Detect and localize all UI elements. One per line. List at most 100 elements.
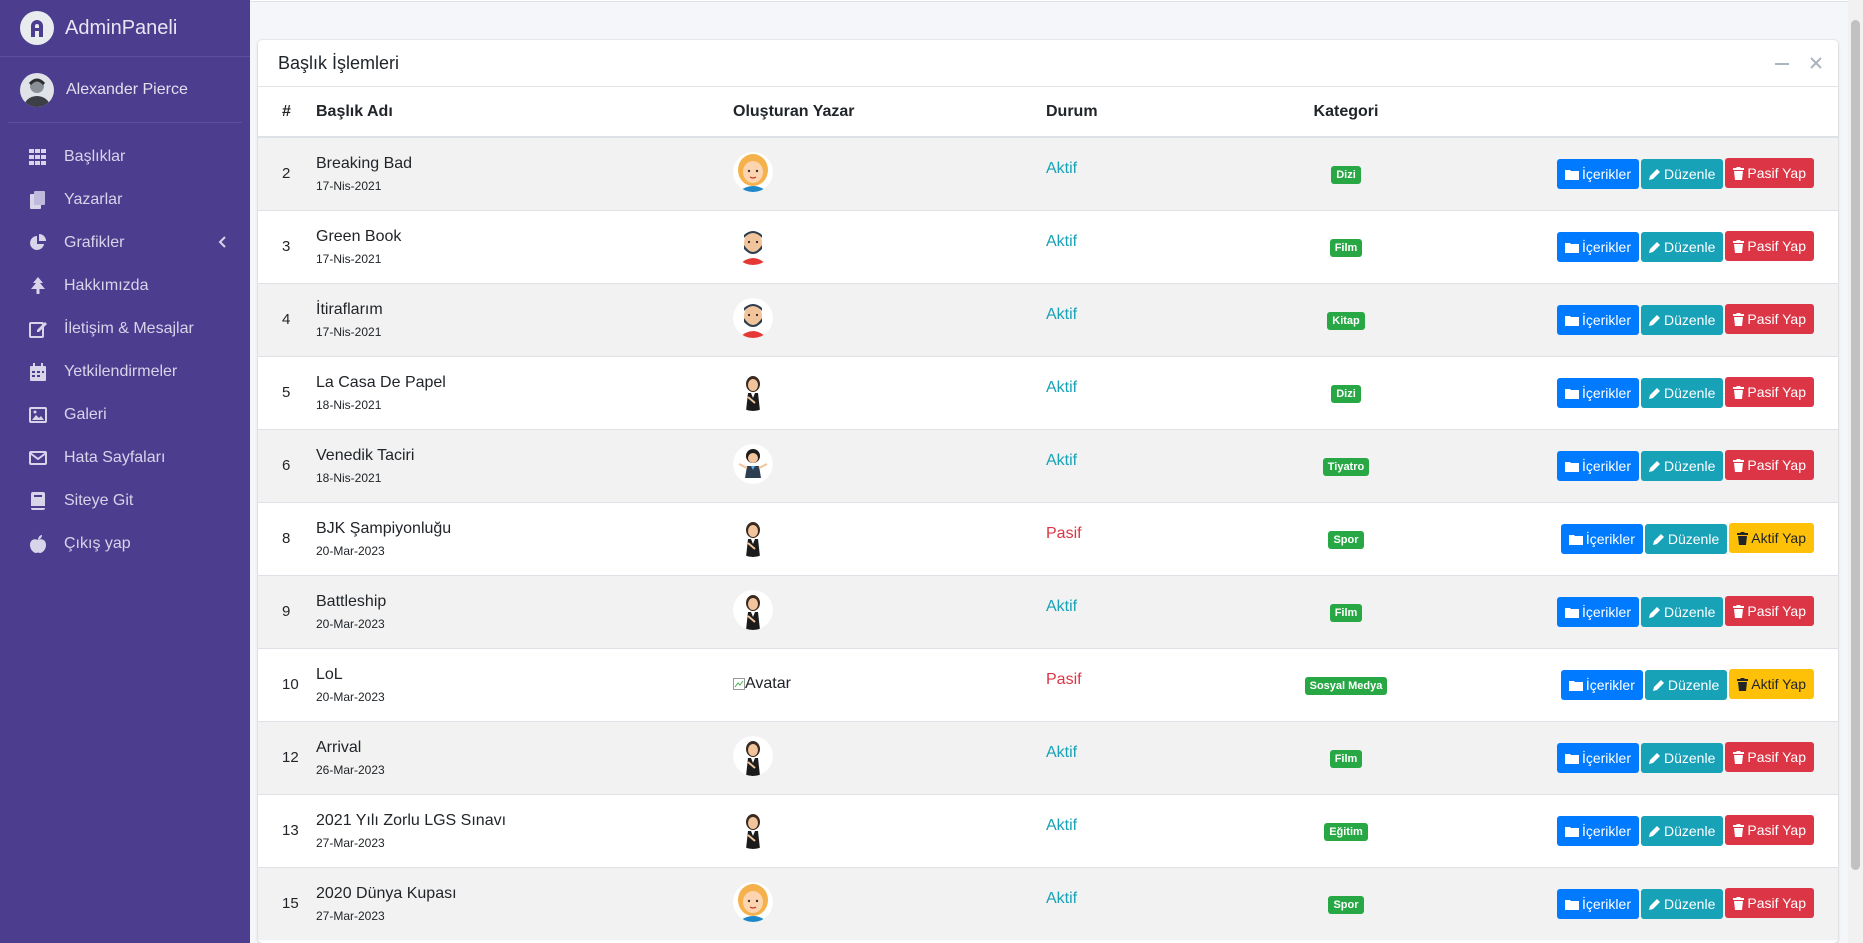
- sidebar-item-cikis[interactable]: Çıkış yap: [0, 522, 250, 565]
- deactivate-button[interactable]: Pasif Yap: [1725, 596, 1814, 626]
- contents-label: İçerikler: [1581, 385, 1631, 401]
- sidebar-item-hakkimizda[interactable]: Hakkımızda: [0, 264, 250, 307]
- collapse-icon[interactable]: [1774, 55, 1790, 71]
- contents-button[interactable]: İçerikler: [1560, 670, 1643, 700]
- contents-button[interactable]: İçerikler: [1560, 524, 1643, 554]
- edit-button[interactable]: Düzenle: [1640, 158, 1724, 189]
- contents-button[interactable]: İçerikler: [1556, 378, 1639, 408]
- brand-link[interactable]: AdminPaneli: [0, 0, 250, 57]
- edit-label: Düzenle: [1663, 238, 1716, 255]
- edit-button[interactable]: Düzenle: [1640, 450, 1724, 481]
- title-cell: 2020 Dünya Kupası 27-Mar-2023: [316, 867, 733, 940]
- edit-button[interactable]: Düzenle: [1640, 815, 1724, 846]
- author-avatar: [733, 224, 773, 265]
- title-cell: La Casa De Papel 18-Nis-2021: [316, 356, 733, 429]
- contents-button[interactable]: İçerikler: [1556, 816, 1639, 846]
- sidebar-item-basliklar[interactable]: Başlıklar: [0, 135, 250, 178]
- title-date: 20-Mar-2023: [316, 543, 385, 558]
- row-number: 15: [282, 895, 299, 913]
- edit-icon: [28, 319, 48, 339]
- edit-button[interactable]: Düzenle: [1640, 231, 1724, 262]
- contents-button[interactable]: İçerikler: [1556, 889, 1639, 920]
- edit-button[interactable]: Düzenle: [1644, 523, 1728, 554]
- trash-icon: [1737, 531, 1749, 545]
- actions-cell: İçerikler Düzenle Pasif Yap: [1446, 429, 1838, 502]
- author-cell: Avatar: [733, 648, 1046, 721]
- deactivate-button[interactable]: Pasif Yap: [1725, 742, 1814, 772]
- contents-button[interactable]: İçerikler: [1556, 451, 1639, 481]
- edit-button[interactable]: Düzenle: [1640, 377, 1724, 408]
- activate-button[interactable]: Aktif Yap: [1729, 669, 1814, 699]
- title-name: 2021 Yılı Zorlu LGS Sınavı: [316, 811, 507, 829]
- sidebar-item-galeri[interactable]: Galeri: [0, 393, 250, 436]
- deactivate-button[interactable]: Pasif Yap: [1725, 304, 1814, 334]
- contents-button[interactable]: İçerikler: [1556, 597, 1639, 627]
- sidebar-item-label: Hakkımızda: [64, 276, 149, 294]
- deactivate-button[interactable]: Pasif Yap: [1725, 815, 1814, 845]
- folder-icon: [1564, 315, 1579, 326]
- contents-button[interactable]: İçerikler: [1556, 743, 1639, 773]
- contents-button[interactable]: İçerikler: [1556, 159, 1639, 190]
- status-cell: Aktif: [1046, 575, 1246, 648]
- trash-icon: [1733, 896, 1745, 910]
- author-cell: [733, 429, 1046, 502]
- user-avatar: [20, 72, 54, 107]
- user-name: Alexander Pierce: [66, 80, 188, 98]
- sidebar-item-grafikler[interactable]: Grafikler: [0, 221, 250, 264]
- trash-icon: [1733, 239, 1745, 253]
- actions-cell: İçerikler Düzenle Pasif Yap: [1446, 575, 1838, 648]
- deactivate-button[interactable]: Pasif Yap: [1725, 888, 1814, 919]
- deactivate-button[interactable]: Pasif Yap: [1725, 377, 1814, 407]
- edit-button[interactable]: Düzenle: [1640, 888, 1724, 919]
- edit-button[interactable]: Düzenle: [1644, 669, 1728, 700]
- user-panel[interactable]: Alexander Pierce: [8, 57, 242, 123]
- contents-label: İçerikler: [1581, 604, 1631, 620]
- sidebar-item-yazarlar[interactable]: Yazarlar: [0, 178, 250, 221]
- trash-icon: [1733, 458, 1745, 472]
- author-avatar: [733, 735, 773, 776]
- title-date: 27-Mar-2023: [316, 835, 385, 850]
- pencil-icon: [1648, 241, 1660, 253]
- contents-button[interactable]: İçerikler: [1556, 232, 1639, 262]
- status-cell: Pasif: [1046, 648, 1246, 721]
- card-header: Başlık İşlemleri: [258, 40, 1838, 87]
- row-number: 13: [282, 822, 299, 839]
- deactivate-button[interactable]: Pasif Yap: [1725, 450, 1814, 480]
- sidebar-item-label: Yazarlar: [64, 190, 123, 208]
- sidebar-item-hata-sayfalari[interactable]: Hata Sayfaları: [0, 436, 250, 479]
- deactivate-button[interactable]: Pasif Yap: [1725, 158, 1814, 189]
- actions-cell: İçerikler Düzenle Pasif Yap: [1446, 137, 1838, 210]
- sidebar-item-label: Başlıklar: [64, 147, 126, 165]
- title-name: 2020 Dünya Kupası: [316, 884, 457, 902]
- contents-button[interactable]: İçerikler: [1556, 305, 1639, 335]
- sidebar-item-label: Siteye Git: [64, 491, 134, 509]
- status-cell: Aktif: [1046, 210, 1246, 283]
- deactivate-button[interactable]: Pasif Yap: [1725, 231, 1814, 261]
- title-name: Green Book: [316, 227, 402, 245]
- actions-cell: İçerikler Düzenle Pasif Yap: [1446, 794, 1838, 867]
- trash-icon: [1733, 166, 1745, 180]
- brand-name: AdminPaneli: [65, 16, 178, 39]
- edit-button[interactable]: Düzenle: [1640, 596, 1724, 627]
- author-cell: [733, 575, 1046, 648]
- category-cell: Spor: [1246, 867, 1446, 940]
- page-scrollbar[interactable]: [1848, 0, 1863, 943]
- edit-button[interactable]: Düzenle: [1640, 742, 1724, 773]
- table-row: 12 Arrival 26-Mar-2023 Aktif Film İçerikler Dü…: [258, 721, 1838, 794]
- title-cell: LoL 20-Mar-2023: [316, 648, 733, 721]
- title-name: LoL: [316, 665, 343, 683]
- envelope-icon: [28, 448, 48, 468]
- title-name: Breaking Bad: [316, 154, 413, 172]
- sidebar-item-siteye-git[interactable]: Siteye Git: [0, 479, 250, 522]
- close-icon[interactable]: [1808, 55, 1824, 71]
- table-row: 8 BJK Şampiyonluğu 20-Mar-2023 Pasif Spor İçe…: [258, 502, 1838, 575]
- status-text: Aktif: [1046, 451, 1078, 469]
- scrollbar-thumb[interactable]: [1851, 20, 1860, 870]
- author-avatar: [733, 370, 773, 411]
- category-cell: Film: [1246, 210, 1446, 283]
- sidebar-item-yetkilendirmeler[interactable]: Yetkilendirmeler: [0, 350, 250, 393]
- actions-cell: İçerikler Düzenle Pasif Yap: [1446, 356, 1838, 429]
- activate-button[interactable]: Aktif Yap: [1729, 523, 1814, 553]
- sidebar-item-iletisim[interactable]: İletişim & Mesajlar: [0, 307, 250, 350]
- edit-button[interactable]: Düzenle: [1640, 304, 1724, 335]
